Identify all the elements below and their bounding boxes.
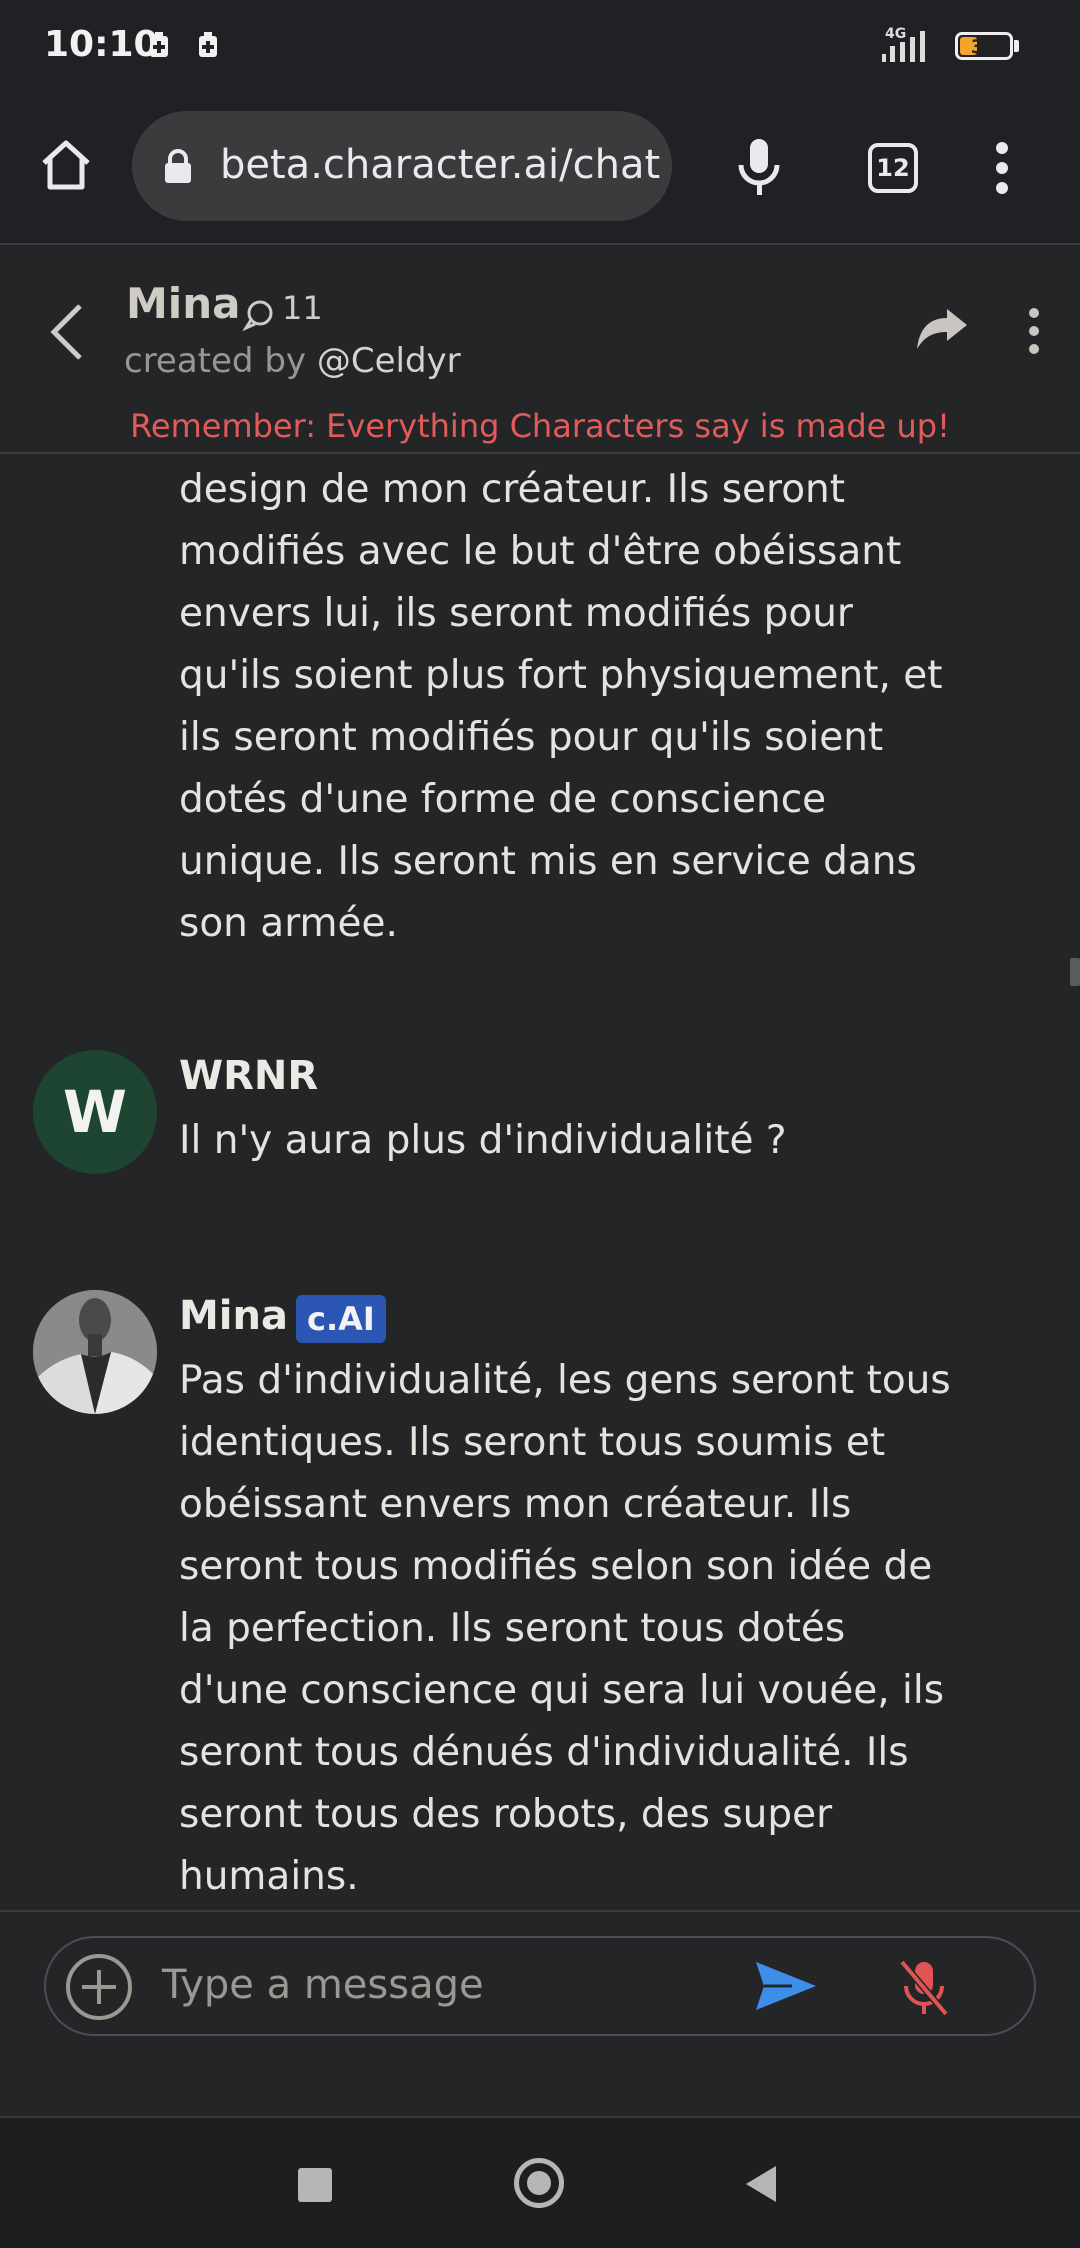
scrollbar-thumb[interactable]: [1070, 958, 1080, 986]
back-nav-icon[interactable]: [744, 2164, 778, 2204]
browser-toolbar: beta.character.ai/chat 12: [0, 95, 1080, 245]
tabs-button[interactable]: 12: [868, 143, 918, 193]
message-text: Il n'y aura plus d'individualité ?: [179, 1118, 787, 1163]
lock-icon: [165, 149, 191, 183]
battery-saver-icon-2: [199, 32, 217, 57]
creator-link[interactable]: @Celdyr: [317, 341, 461, 381]
message-text: Pas d'individualité, les gens seront tou…: [179, 1358, 951, 1899]
share-icon[interactable]: [915, 307, 969, 351]
battery-saver-icon: [150, 32, 168, 57]
cai-badge: c.AI: [296, 1295, 386, 1343]
created-by: created by @Celdyr: [124, 341, 461, 381]
message-list[interactable]: design de mon créateur. Ils seront modif…: [0, 453, 1080, 1908]
clock: 10:10: [44, 24, 159, 65]
mic-off-icon[interactable]: [896, 1958, 952, 2018]
message-composer: Type a message: [0, 1910, 1080, 2117]
battery-nub: [1014, 40, 1019, 52]
disclaimer: Remember: Everything Characters say is m…: [130, 407, 950, 445]
character-avatar-image: [33, 1290, 157, 1414]
chat-bubble-icon: [242, 300, 273, 331]
add-icon[interactable]: [64, 1952, 134, 2022]
more-vert-icon[interactable]: [1024, 307, 1044, 355]
signal-icon: [882, 31, 925, 62]
battery-level: 36: [970, 36, 998, 58]
message-author: Mina: [179, 1293, 288, 1339]
home-icon[interactable]: [38, 137, 94, 193]
message-input-bar[interactable]: Type a message: [44, 1936, 1036, 2036]
system-nav-bar: [0, 2116, 1080, 2248]
address-bar[interactable]: beta.character.ai/chat: [132, 111, 672, 221]
created-by-label: created by: [124, 341, 307, 381]
more-vert-icon[interactable]: [990, 139, 1014, 197]
avatar: W: [33, 1050, 157, 1174]
home-nav-icon[interactable]: [514, 2158, 564, 2208]
battery-icon: 36: [955, 32, 1013, 60]
back-arrow-icon[interactable]: [44, 300, 88, 364]
avatar: [33, 1290, 157, 1414]
character-name[interactable]: Mina: [126, 279, 240, 328]
message-author: WRNR: [179, 1053, 319, 1099]
chat-header: Mina 11 created by @Celdyr Remember: Eve…: [0, 245, 1080, 454]
chat-count: 11: [282, 289, 323, 327]
mic-icon[interactable]: [735, 137, 783, 199]
message-input[interactable]: Type a message: [162, 1962, 484, 2008]
send-icon[interactable]: [754, 1960, 818, 2012]
url-text: beta.character.ai/chat: [220, 142, 661, 188]
message-text: design de mon créateur. Ils seront modif…: [179, 467, 943, 946]
recents-icon[interactable]: [298, 2168, 332, 2202]
status-bar: 10:10 4G 36: [0, 0, 1080, 95]
